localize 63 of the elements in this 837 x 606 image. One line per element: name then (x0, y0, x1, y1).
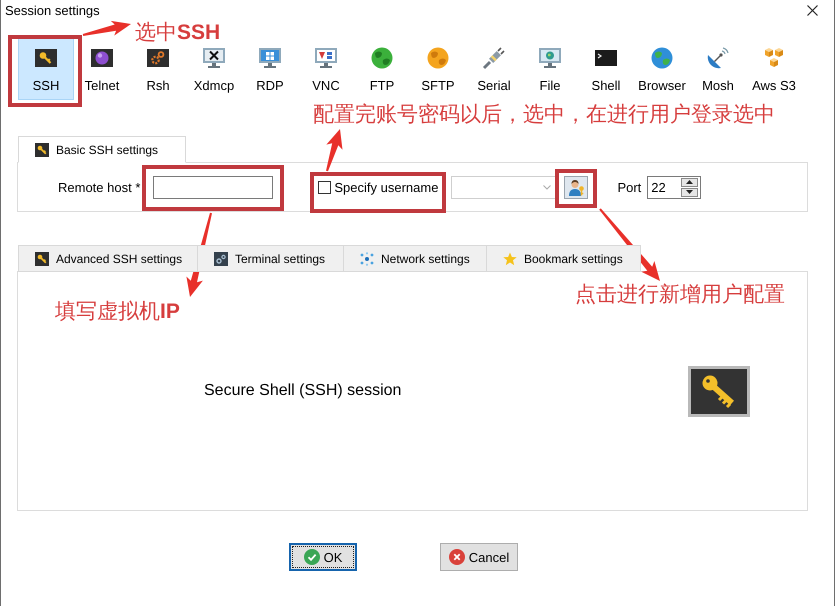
key-icon (35, 142, 49, 156)
cancel-button[interactable]: Cancel (440, 543, 518, 571)
annotation-text: 填写虚拟机IP (55, 300, 180, 323)
session-type-item[interactable]: SFTP (410, 37, 466, 100)
session-description: Secure Shell (SSH) session (204, 382, 402, 400)
monitor-icon (258, 46, 282, 70)
remote-host-label: Remote host * (58, 180, 140, 194)
spin-down-button[interactable] (681, 188, 698, 196)
tab[interactable]: Bookmark settings (486, 245, 641, 272)
cubes-icon (762, 46, 786, 70)
network-nodes-icon (360, 252, 374, 266)
session-type-item[interactable]: SSH (18, 37, 74, 100)
port-field[interactable]: 22 (647, 176, 702, 198)
caret-up-icon (686, 180, 694, 184)
session-type-item[interactable]: Serial (466, 37, 522, 100)
session-type-item[interactable]: Browser (634, 37, 690, 100)
checkbox-label[interactable]: Specify username (334, 180, 438, 194)
window-title: Session settings (5, 2, 100, 18)
star-icon (503, 252, 517, 266)
check-circle-icon (304, 549, 320, 565)
tab[interactable]: Basic SSH settings (18, 136, 186, 163)
monitor-x-icon (202, 46, 226, 70)
session-type-item[interactable]: Telnet (74, 37, 130, 100)
satellite-dish-icon (706, 46, 730, 70)
session-type-item[interactable]: File (522, 37, 578, 100)
session-type-item[interactable]: FTP (354, 37, 410, 100)
highlight-frame (555, 169, 597, 208)
checkbox[interactable] (318, 180, 332, 194)
gears-icon (146, 46, 170, 70)
gears-icon (214, 252, 228, 266)
spin-up-button[interactable] (681, 178, 698, 186)
tab[interactable]: Terminal settings (197, 245, 344, 272)
chevron-down-icon (543, 184, 552, 190)
annotation-arrow (326, 129, 343, 172)
globe-icon (370, 46, 394, 70)
annotation-text: 配置完账号密码以后，选中，在进行用户登录选中 (313, 103, 775, 126)
key-icon (688, 366, 750, 416)
x-circle-icon (448, 549, 465, 565)
user-key-button[interactable] (564, 176, 588, 198)
user-key-icon (568, 178, 585, 196)
monitor-globe-icon (538, 46, 562, 70)
tab[interactable]: Advanced SSH settings (18, 245, 198, 272)
ok-button[interactable]: OK (289, 543, 357, 571)
globe-icon (650, 46, 674, 70)
tab[interactable]: Network settings (343, 245, 487, 272)
annotation-text: 选中SSH (135, 21, 220, 44)
monitor-icon (314, 46, 338, 70)
session-type-item[interactable]: Shell (578, 37, 634, 100)
annotation-text: 点击进行新增用户配置 (575, 283, 785, 306)
key-icon (35, 252, 49, 266)
globe-icon (426, 46, 450, 70)
session-type-item[interactable]: RDP (242, 37, 298, 100)
key-icon (34, 46, 58, 70)
port-label: Port (617, 180, 642, 194)
session-type-item[interactable]: Aws S3 (746, 37, 802, 100)
remote-host-field[interactable] (153, 176, 274, 198)
plug-icon (482, 46, 506, 70)
close-icon[interactable] (807, 4, 818, 16)
caret-down-icon (686, 190, 694, 194)
annotation-arrow (82, 20, 131, 36)
username-dropdown[interactable] (451, 176, 558, 198)
session-type-item[interactable]: Mosh (690, 37, 746, 100)
session-type-item[interactable]: VNC (298, 37, 354, 100)
